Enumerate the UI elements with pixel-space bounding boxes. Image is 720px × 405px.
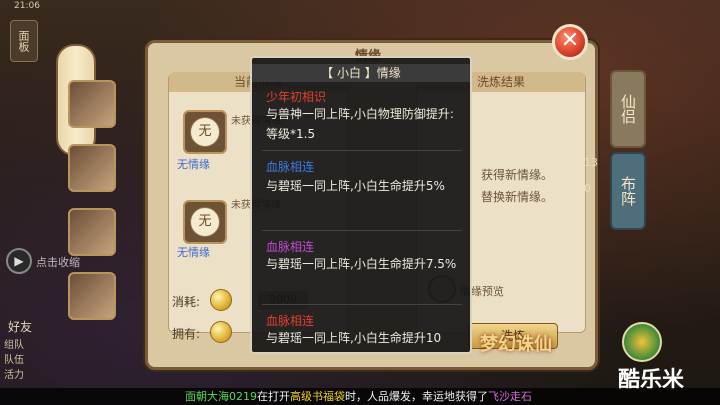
- team-label[interactable]: 组队: [4, 338, 24, 353]
- bond-item-title: 少年初相识: [266, 90, 327, 104]
- close-button[interactable]: ✕: [552, 24, 588, 60]
- ticker-item: 高级书福袋: [290, 390, 345, 403]
- bond-badge-char: 无: [190, 207, 220, 237]
- bond-item-title: 血脉相连: [266, 314, 315, 328]
- side-number: 13: [584, 156, 598, 169]
- result-note: 替换新情缘。: [481, 190, 554, 204]
- bond-item-title: 血脉相连: [266, 160, 315, 174]
- ticker-player: 面朝大海0219: [185, 390, 257, 403]
- bond-item-text: 与碧瑶一同上阵,小白生命提升7.5%: [266, 257, 457, 271]
- bond-caption: 无情缘: [177, 158, 210, 171]
- status-bar: 21:06: [0, 0, 720, 12]
- tooltip-divider: [262, 150, 462, 151]
- character-thumb[interactable]: [68, 208, 116, 256]
- side-number: 0: [584, 182, 591, 195]
- tooltip-title: 【 小白 】情缘: [252, 64, 470, 82]
- ticker-text: 时，人品爆发，幸运地获得了: [345, 390, 488, 403]
- character-thumb[interactable]: [68, 272, 116, 320]
- tab-partner[interactable]: 仙侣: [610, 70, 646, 148]
- bond-badge[interactable]: 无: [183, 200, 227, 244]
- ticker-reward: 飞沙走石: [488, 390, 532, 403]
- time-text: 21:06: [14, 1, 40, 11]
- bottom-left-menu: 组队 队伍 活力: [4, 338, 24, 383]
- play-icon[interactable]: ▶: [6, 248, 32, 274]
- character-thumb[interactable]: [68, 144, 116, 192]
- broadcast-ticker: 面朝大海0219在打开高级书福袋时，人品爆发，幸运地获得了飞沙走石: [0, 388, 720, 405]
- result-note: 获得新情缘。: [481, 168, 554, 182]
- bond-badge[interactable]: 无: [183, 110, 227, 154]
- ticker-text: 在打开: [257, 390, 290, 403]
- round-logo-icon: [622, 322, 662, 362]
- consume-label: 消耗:: [172, 295, 201, 309]
- coin-icon: [210, 289, 232, 311]
- bond-item-text: 与碧瑶一同上阵,小白生命提升5%: [266, 179, 445, 193]
- character-list: [68, 80, 148, 380]
- bond-badge-char: 无: [190, 117, 220, 147]
- bond-caption: 无情缘: [177, 246, 210, 259]
- party-label[interactable]: 队伍: [4, 353, 24, 368]
- game-logo: 梦幻诛仙: [480, 334, 552, 355]
- panel-tab[interactable]: 面板: [10, 20, 38, 62]
- vitality-label[interactable]: 活力: [4, 368, 24, 383]
- tab-formation[interactable]: 布阵: [610, 152, 646, 230]
- tooltip-divider: [262, 304, 462, 305]
- tooltip-divider: [262, 230, 462, 231]
- bond-item-title: 血脉相连: [266, 240, 315, 254]
- friends-label[interactable]: 好友: [8, 318, 32, 335]
- bond-tooltip: 【 小白 】情缘 少年初相识 与兽神一同上阵,小白物理防御提升:等级*1.5 血…: [250, 56, 472, 354]
- bond-item-text: 与碧瑶一同上阵,小白生命提升10: [266, 331, 442, 345]
- coin-icon: [210, 321, 232, 343]
- collapse-label[interactable]: 点击收缩: [36, 254, 80, 270]
- bond-item-text: 与兽神一同上阵,小白物理防御提升:等级*1.5: [266, 107, 454, 141]
- own-label: 拥有:: [172, 327, 201, 341]
- character-thumb[interactable]: [68, 80, 116, 128]
- side-numbers: 13 0: [584, 150, 598, 202]
